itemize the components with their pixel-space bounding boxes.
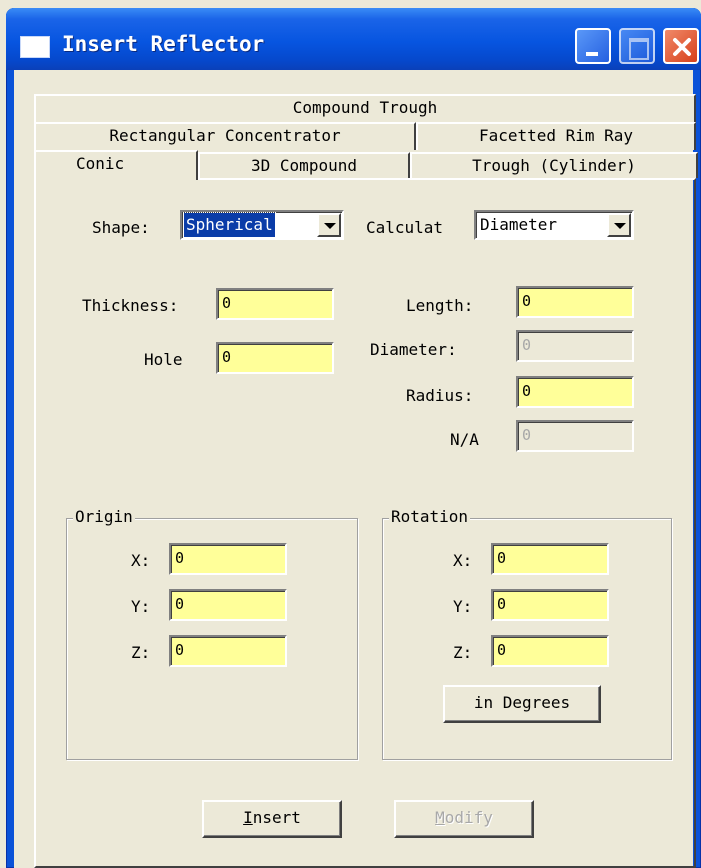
rotation-x-label: X:	[453, 551, 473, 570]
shape-label: Shape:	[92, 218, 150, 237]
calculat-select[interactable]: Diameter	[474, 210, 634, 240]
insert-label-rest: nsert	[252, 808, 301, 827]
dialog-client-area: Compound Trough Rectangular Concentrator…	[14, 70, 698, 868]
calculat-label: Calculat	[366, 218, 444, 237]
rotation-z-input[interactable]: 0	[491, 635, 609, 667]
diameter-label: Diameter:	[370, 340, 457, 359]
tab-3d-compound[interactable]: 3D Compound	[198, 152, 410, 178]
chevron-down-icon[interactable]	[607, 213, 631, 237]
rotation-x-input[interactable]: 0	[491, 543, 609, 575]
na-input: 0	[516, 420, 634, 452]
window-title: Insert Reflector	[62, 32, 265, 56]
tab-trough-cylinder[interactable]: Trough (Cylinder)	[410, 152, 698, 178]
minimize-button[interactable]	[575, 28, 611, 64]
diameter-input: 0	[516, 330, 634, 362]
chevron-down-icon[interactable]	[317, 213, 341, 237]
thickness-input[interactable]: 0	[216, 288, 334, 320]
modify-label-rest: odify	[444, 808, 493, 827]
title-bar[interactable]: Insert Reflector	[6, 8, 701, 70]
rotation-y-label: Y:	[453, 597, 473, 616]
tab-conic[interactable]: Conic	[34, 150, 198, 180]
tab-panel-conic: Shape: Spherical Calculat Diameter Thick…	[34, 178, 696, 868]
origin-y-input[interactable]: 0	[169, 589, 287, 621]
window-icon	[20, 36, 50, 58]
modify-accel-char: M	[435, 808, 445, 827]
insert-button[interactable]: Insert	[202, 800, 342, 838]
origin-group: Origin X: 0 Y: 0 Z: 0	[66, 507, 358, 760]
length-label: Length:	[406, 296, 474, 315]
rotation-z-label: Z:	[453, 643, 473, 662]
origin-group-title: Origin	[73, 507, 135, 526]
hole-label: Hole	[144, 350, 183, 369]
radius-input[interactable]: 0	[516, 376, 634, 408]
dialog-window: Insert Reflector Compound Trough Rectang…	[6, 8, 701, 868]
modify-button: Modify	[394, 800, 534, 838]
tab-rectangular-concentrator[interactable]: Rectangular Concentrator	[34, 122, 416, 150]
origin-x-label: X:	[131, 551, 151, 570]
tab-facetted-rim-ray[interactable]: Facetted Rim Ray	[416, 122, 696, 150]
in-degrees-button[interactable]: in Degrees	[443, 685, 601, 723]
rotation-group-title: Rotation	[389, 507, 471, 526]
thickness-label: Thickness:	[82, 296, 179, 315]
hole-input[interactable]: 0	[216, 342, 334, 374]
origin-z-input[interactable]: 0	[169, 635, 287, 667]
maximize-button	[619, 28, 655, 64]
origin-z-label: Z:	[131, 643, 151, 662]
origin-x-input[interactable]: 0	[169, 543, 287, 575]
calculat-select-value: Diameter	[480, 215, 558, 234]
length-input[interactable]: 0	[516, 286, 634, 318]
rotation-group: Rotation X: 0 Y: 0 Z: 0 in Degrees	[382, 507, 672, 760]
shape-select-value: Spherical	[183, 212, 276, 238]
close-button[interactable]	[663, 28, 699, 64]
insert-accel-char: I	[243, 808, 253, 827]
origin-y-label: Y:	[131, 597, 151, 616]
radius-label: Radius:	[406, 386, 474, 405]
close-icon	[673, 38, 691, 56]
tab-compound-trough[interactable]: Compound Trough	[34, 94, 696, 122]
rotation-y-input[interactable]: 0	[491, 589, 609, 621]
shape-select[interactable]: Spherical	[180, 210, 344, 240]
na-label: N/A	[450, 430, 479, 449]
